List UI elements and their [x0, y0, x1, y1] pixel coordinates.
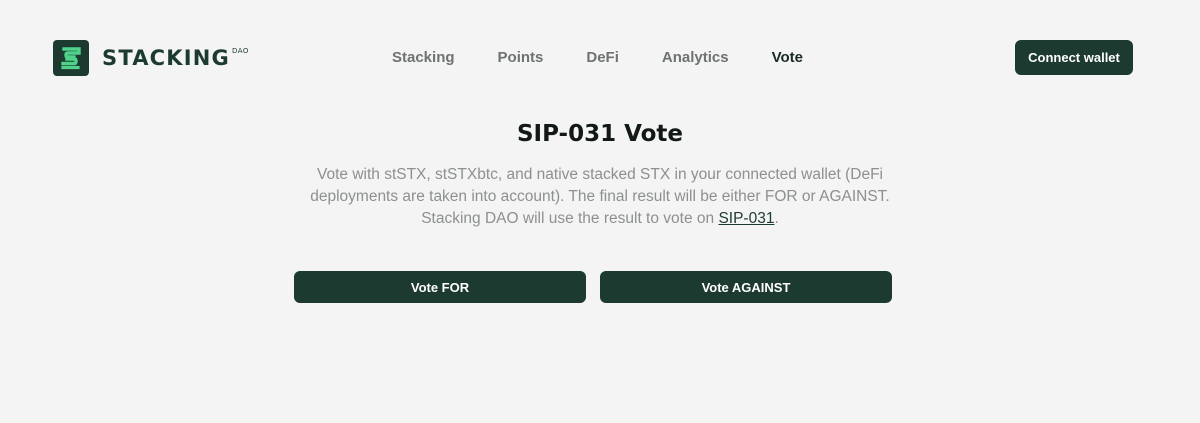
vote-description: Vote with stSTX, stSTXbtc, and native st…: [300, 164, 900, 230]
nav-item-vote[interactable]: Vote: [772, 49, 803, 67]
logo[interactable]: STACKING DAO: [53, 40, 249, 76]
nav-item-points[interactable]: Points: [498, 49, 544, 67]
vote-against-button[interactable]: Vote AGAINST: [600, 271, 892, 303]
main-nav: Stacking Points DeFi Analytics Vote: [392, 49, 803, 67]
description-end: .: [774, 210, 779, 227]
connect-wallet-button[interactable]: Connect wallet: [1015, 40, 1133, 75]
nav-item-analytics[interactable]: Analytics: [662, 49, 729, 67]
sip-031-link[interactable]: SIP-031: [718, 210, 774, 227]
page-title: SIP-031 Vote: [516, 121, 684, 147]
description-text: Vote with stSTX, stSTXbtc, and native st…: [310, 166, 890, 227]
logo-superscript: DAO: [231, 47, 249, 55]
stacking-dao-logo-icon: [53, 40, 89, 76]
logo-wordmark: STACKING: [102, 45, 230, 70]
vote-for-button[interactable]: Vote FOR: [294, 271, 586, 303]
page: STACKING DAO Stacking Points DeFi Analyt…: [0, 0, 1200, 423]
nav-item-stacking[interactable]: Stacking: [392, 49, 455, 67]
nav-item-defi[interactable]: DeFi: [586, 49, 619, 67]
